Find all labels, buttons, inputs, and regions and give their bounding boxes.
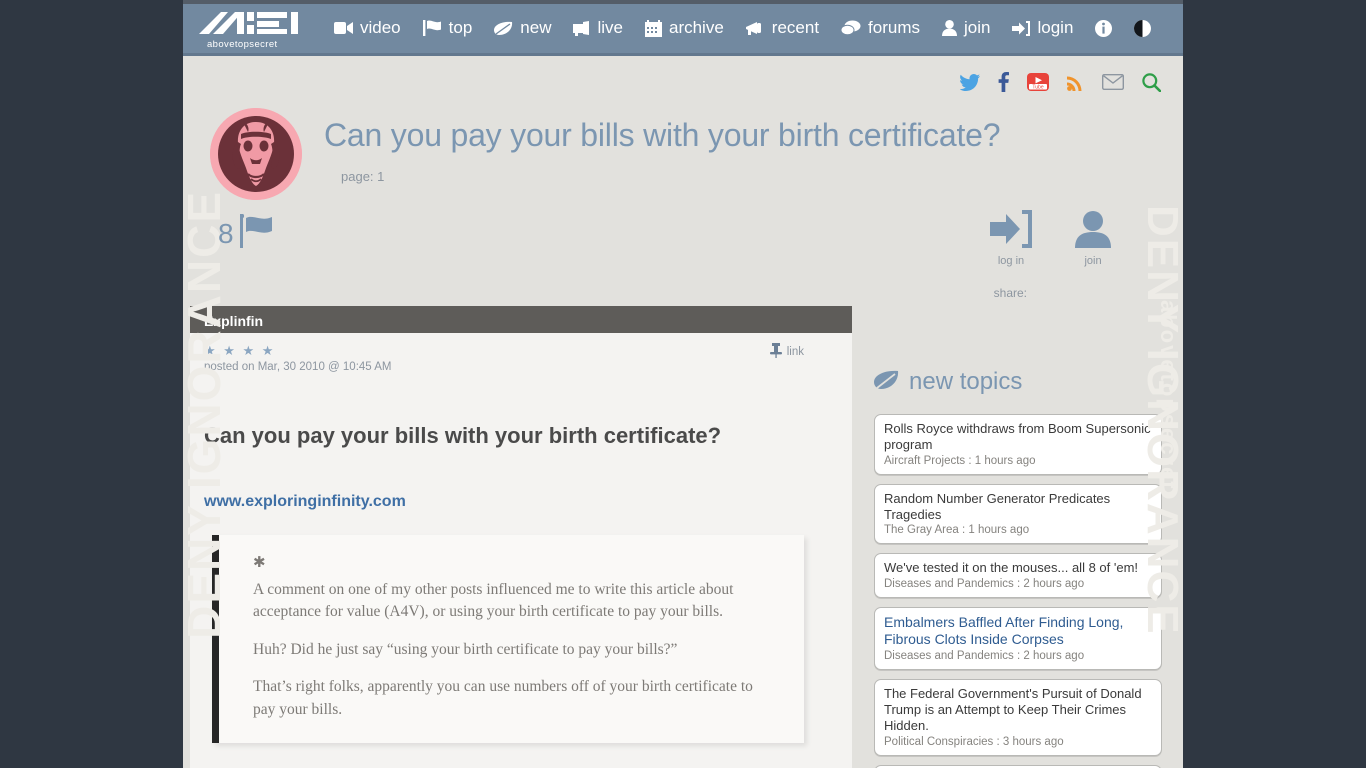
new-topics-list: Rolls Royce withdraws from Boom Superson… <box>874 414 1162 768</box>
quoted-excerpt: ✱ A comment on one of my other posts inf… <box>212 535 804 744</box>
sidebar-title: new topics <box>909 368 1023 395</box>
list-item[interactable]: We've tested it on the mouses... all 8 o… <box>874 553 1162 599</box>
top-navigation-bar: abovetopsecret video top new live archiv… <box>183 0 1183 56</box>
rss-icon[interactable] <box>1067 74 1084 91</box>
list-item[interactable]: Rolls Royce withdraws from Boom Superson… <box>874 414 1162 475</box>
contrast-icon <box>1134 19 1152 37</box>
content-columns: Explinfin ★ ★ ★ ★ posted on Mar, 30 2010… <box>183 306 1183 768</box>
nav-item-top[interactable]: top <box>412 0 484 56</box>
twitter-icon[interactable] <box>960 73 980 91</box>
avatar[interactable] <box>210 108 302 200</box>
flag-count: 8 <box>218 217 234 249</box>
leaf-icon <box>874 370 899 395</box>
logo-wordmark: abovetopsecret <box>207 39 278 50</box>
sign-in-icon <box>990 210 1032 252</box>
topic-title: Random Number Generator Predicates Trage… <box>884 490 1111 522</box>
flag-icon <box>422 20 442 36</box>
rating-stars: ★ ★ ★ ★ <box>204 343 276 358</box>
thread-actions-strip: 8 log in join <box>183 206 1183 286</box>
video-camera-icon <box>334 21 353 35</box>
page-title: Can you pay your bills with your birth c… <box>324 117 1001 153</box>
user-icon <box>1074 211 1112 252</box>
nav-item-label: live <box>597 18 623 37</box>
info-circle-icon <box>1095 19 1113 37</box>
sidebar: new topics Rolls Royce withdraws from Bo… <box>852 306 1162 768</box>
nav-item-label: join <box>964 18 991 37</box>
login-action[interactable]: log in <box>983 210 1039 267</box>
search-icon[interactable] <box>1142 72 1161 92</box>
nav-item-recent[interactable]: recent <box>735 0 830 56</box>
nav-item-label: archive <box>668 18 724 37</box>
topic-meta: Diseases and Pandemics : 2 hours ago <box>884 578 1085 591</box>
user-icon <box>942 20 958 36</box>
sidebar-header: new topics <box>874 368 1162 396</box>
nav-item-label: top <box>448 18 473 37</box>
source-link[interactable]: www.exploringinfinity.com <box>204 493 406 511</box>
share-row: share: <box>183 286 1183 306</box>
quote-marker: ✱ <box>253 555 266 571</box>
topic-meta: Diseases and Pandemics : 2 hours ago <box>884 650 1085 663</box>
main-column: Explinfin ★ ★ ★ ★ posted on Mar, 30 2010… <box>190 306 852 768</box>
page-container: abovetopsecret video top new live archiv… <box>183 0 1183 768</box>
social-links-row: Tube <box>183 56 1183 94</box>
post-permalink-label: link <box>786 346 804 358</box>
leaf-icon <box>494 21 513 36</box>
post-title: Can you pay your bills with your birth c… <box>204 423 722 448</box>
join-action[interactable]: join <box>1065 210 1121 267</box>
topic-title: The Federal Government's Pursuit of Dona… <box>884 686 1142 734</box>
email-icon[interactable] <box>1102 74 1124 90</box>
topic-meta: Aircraft Projects : 1 hours ago <box>884 454 1036 467</box>
quote-paragraph: Huh? Did he just say “using your birth c… <box>253 640 678 658</box>
nav-item-info[interactable] <box>1084 0 1123 56</box>
sign-in-icon <box>1012 20 1031 36</box>
youtube-icon[interactable]: Tube <box>1027 73 1049 91</box>
nav-item-label: forums <box>868 18 921 37</box>
nav-item-live[interactable]: live <box>562 0 634 56</box>
list-item[interactable]: Embalmers Baffled After Finding Long, Fi… <box>874 607 1162 671</box>
join-label: join <box>1084 255 1102 267</box>
pin-icon <box>769 343 782 361</box>
topic-title: Embalmers Baffled After Finding Long, Fi… <box>884 614 1124 648</box>
topic-meta: The Gray Area : 1 hours ago <box>884 524 1030 537</box>
flag-counter[interactable]: 8 <box>218 213 278 253</box>
site-logo[interactable]: abovetopsecret <box>197 8 309 50</box>
nav-item-label: recent <box>771 18 820 37</box>
topic-title: We've tested it on the mouses... all 8 o… <box>884 560 1139 576</box>
quote-paragraph: That’s right folks, apparently you can u… <box>253 678 753 718</box>
share-label: share: <box>993 286 1027 300</box>
nav-item-archive[interactable]: archive <box>634 0 735 56</box>
list-item[interactable]: The Federal Government's Pursuit of Dona… <box>874 679 1162 757</box>
nav-item-label: login <box>1037 18 1074 37</box>
post-timestamp: posted on Mar, 30 2010 @ 10:45 AM <box>204 361 392 373</box>
megaphone-icon <box>573 20 590 36</box>
list-item[interactable]: Random Number Generator Predicates Trage… <box>874 483 1162 545</box>
post-permalink-button[interactable]: link <box>769 343 804 361</box>
nav-item-label: video <box>360 18 401 37</box>
comments-icon <box>841 20 861 36</box>
facebook-icon[interactable] <box>998 72 1009 92</box>
thread-header: Can you pay your bills with your birth c… <box>183 94 1183 200</box>
nav-item-contrast[interactable] <box>1123 0 1162 56</box>
post-meta-row: ★ ★ ★ ★ posted on Mar, 30 2010 @ 10:45 A… <box>204 343 838 373</box>
page-number: page: 1 <box>341 169 385 185</box>
quote-paragraph: A comment on one of my other posts influ… <box>253 580 734 621</box>
svg-text:Tube: Tube <box>1032 85 1043 91</box>
topic-title: Rolls Royce withdraws from Boom Superson… <box>884 421 1151 452</box>
auth-actions: log in join <box>983 210 1121 267</box>
post-username[interactable]: Explinfin <box>204 313 263 329</box>
nav-item-new[interactable]: new <box>483 0 562 56</box>
nav-item-join[interactable]: join <box>931 0 1001 56</box>
calendar-icon <box>644 19 662 37</box>
login-label: log in <box>997 255 1025 267</box>
post-author-bar: Explinfin <box>190 306 852 333</box>
topic-meta: Political Conspiracies : 3 hours ago <box>884 736 1064 749</box>
nav-item-login[interactable]: login <box>1001 0 1084 56</box>
nav-item-forums[interactable]: forums <box>830 0 931 56</box>
flag-icon <box>238 213 278 253</box>
nav-item-video[interactable]: video <box>323 0 412 56</box>
bullhorn-icon <box>745 21 765 36</box>
post-body: ★ ★ ★ ★ posted on Mar, 30 2010 @ 10:45 A… <box>190 333 852 768</box>
nav-item-label: new <box>520 18 552 37</box>
